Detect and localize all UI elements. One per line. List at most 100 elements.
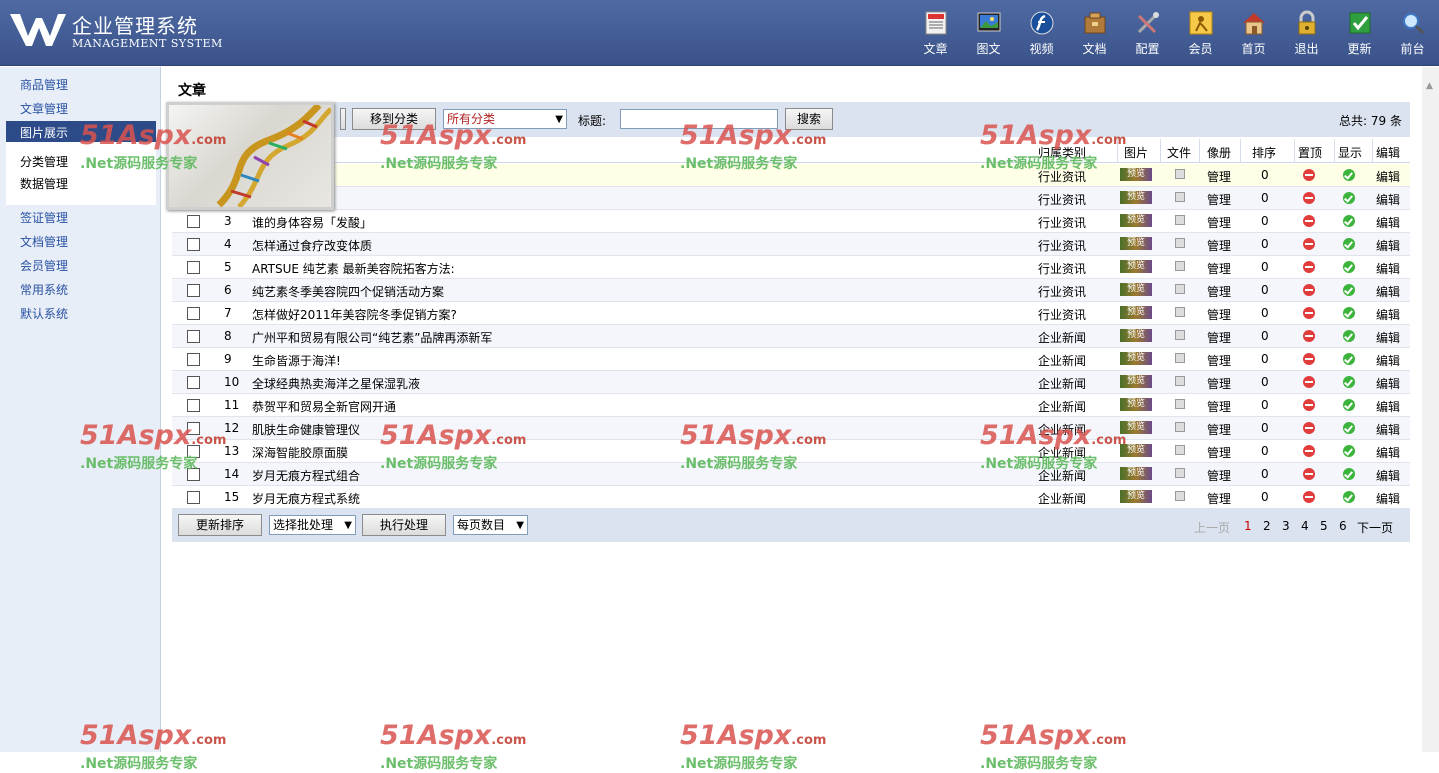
row-edit-link[interactable]: 编辑 — [1376, 306, 1400, 323]
row-checkbox[interactable] — [187, 307, 200, 320]
pin-off-icon[interactable] — [1303, 238, 1315, 250]
file-icon[interactable] — [1175, 468, 1185, 478]
row-checkbox[interactable] — [187, 422, 200, 435]
row-title-link[interactable]: 谁的身体容易「发酸」 — [252, 214, 372, 231]
page-link-2[interactable]: 2 — [1263, 519, 1271, 533]
row-title-link[interactable]: 岁月无痕方程式组合 — [252, 467, 360, 484]
row-title-link[interactable]: 肌肤生命健康管理仪 — [252, 421, 360, 438]
row-title-link[interactable]: 恭贺平和贸易全新官网开通 — [252, 398, 396, 415]
visible-check-icon[interactable] — [1343, 238, 1355, 250]
row-title-link[interactable]: 怎样做好2011年美容院冬季促销方案? — [252, 306, 457, 323]
sidebar-subitem-category[interactable]: 分类管理 — [20, 153, 68, 170]
pin-off-icon[interactable] — [1303, 307, 1315, 319]
row-edit-link[interactable]: 编辑 — [1376, 237, 1400, 254]
page-link-4[interactable]: 4 — [1301, 519, 1309, 533]
row-title-link[interactable]: ARTSUE 纯艺素 最新美容院拓客方法: — [252, 260, 455, 277]
row-checkbox[interactable] — [187, 284, 200, 297]
sidebar-item-default[interactable]: 默认系统 — [20, 305, 68, 322]
page-link-3[interactable]: 3 — [1282, 519, 1290, 533]
file-icon[interactable] — [1175, 238, 1185, 248]
file-icon[interactable] — [1175, 284, 1185, 294]
sidebar-item-visa[interactable]: 签证管理 — [20, 209, 68, 226]
image-preview-icon[interactable]: 预览 — [1120, 191, 1152, 204]
image-preview-icon[interactable]: 预览 — [1120, 260, 1152, 273]
sidebar-subitem-data[interactable]: 数据管理 — [20, 175, 68, 192]
category-select[interactable]: 所有分类 ▼ — [443, 109, 567, 129]
sidebar-item-members[interactable]: 会员管理 — [20, 257, 68, 274]
pin-off-icon[interactable] — [1303, 215, 1315, 227]
row-title-link[interactable]: 纯艺素冬季美容院四个促销活动方案 — [252, 283, 444, 300]
image-preview-icon[interactable]: 预览 — [1120, 214, 1152, 227]
visible-check-icon[interactable] — [1343, 422, 1355, 434]
visible-check-icon[interactable] — [1343, 376, 1355, 388]
nav-article[interactable]: 文章 — [909, 8, 962, 60]
image-preview-icon[interactable]: 预览 — [1120, 375, 1152, 388]
page-link-6[interactable]: 6 — [1339, 519, 1347, 533]
sidebar-item-common[interactable]: 常用系统 — [20, 281, 68, 298]
page-link-5[interactable]: 5 — [1320, 519, 1328, 533]
row-edit-link[interactable]: 编辑 — [1376, 191, 1400, 208]
execute-button[interactable]: 执行处理 — [362, 514, 446, 536]
row-checkbox[interactable] — [187, 445, 200, 458]
hidden-button[interactable] — [340, 108, 346, 130]
image-preview-icon[interactable]: 预览 — [1120, 398, 1152, 411]
row-edit-link[interactable]: 编辑 — [1376, 490, 1400, 507]
album-manage-link[interactable]: 管理 — [1207, 444, 1231, 461]
update-order-button[interactable]: 更新排序 — [178, 514, 262, 536]
scrollbar[interactable]: ▲ — [1422, 67, 1439, 752]
sidebar-item-products[interactable]: 商品管理 — [20, 76, 68, 93]
album-manage-link[interactable]: 管理 — [1207, 260, 1231, 277]
nav-image-text[interactable]: 图文 — [962, 8, 1015, 60]
pin-off-icon[interactable] — [1303, 284, 1315, 296]
visible-check-icon[interactable] — [1343, 169, 1355, 181]
image-preview-icon[interactable]: 预览 — [1120, 168, 1152, 181]
album-manage-link[interactable]: 管理 — [1207, 490, 1231, 507]
visible-check-icon[interactable] — [1343, 215, 1355, 227]
pin-off-icon[interactable] — [1303, 376, 1315, 388]
sidebar-item-images[interactable]: 图片展示 — [6, 121, 156, 142]
row-checkbox[interactable] — [187, 468, 200, 481]
visible-check-icon[interactable] — [1343, 284, 1355, 296]
image-preview-icon[interactable]: 预览 — [1120, 352, 1152, 365]
row-title-link[interactable]: 岁月无痕方程式系统 — [252, 490, 360, 507]
file-icon[interactable] — [1175, 353, 1185, 363]
file-icon[interactable] — [1175, 169, 1185, 179]
file-icon[interactable] — [1175, 330, 1185, 340]
row-edit-link[interactable]: 编辑 — [1376, 467, 1400, 484]
file-icon[interactable] — [1175, 399, 1185, 409]
sidebar-item-articles[interactable]: 文章管理 — [20, 100, 68, 117]
image-preview-icon[interactable]: 预览 — [1120, 421, 1152, 434]
pin-off-icon[interactable] — [1303, 330, 1315, 342]
album-manage-link[interactable]: 管理 — [1207, 168, 1231, 185]
image-preview-icon[interactable]: 预览 — [1120, 283, 1152, 296]
nav-config[interactable]: 配置 — [1121, 8, 1174, 60]
row-edit-link[interactable]: 编辑 — [1376, 444, 1400, 461]
pin-off-icon[interactable] — [1303, 445, 1315, 457]
pin-off-icon[interactable] — [1303, 491, 1315, 503]
row-title-link[interactable]: 深海智能胶原面膜 — [252, 444, 348, 461]
row-title-link[interactable]: 怎样通过食疗改变体质 — [252, 237, 372, 254]
visible-check-icon[interactable] — [1343, 192, 1355, 204]
move-category-button[interactable]: 移到分类 — [352, 108, 436, 130]
row-checkbox[interactable] — [187, 399, 200, 412]
file-icon[interactable] — [1175, 307, 1185, 317]
row-edit-link[interactable]: 编辑 — [1376, 329, 1400, 346]
album-manage-link[interactable]: 管理 — [1207, 398, 1231, 415]
row-checkbox[interactable] — [187, 353, 200, 366]
album-manage-link[interactable]: 管理 — [1207, 283, 1231, 300]
pin-off-icon[interactable] — [1303, 261, 1315, 273]
scroll-up-icon[interactable]: ▲ — [1426, 81, 1433, 91]
file-icon[interactable] — [1175, 376, 1185, 386]
file-icon[interactable] — [1175, 422, 1185, 432]
visible-check-icon[interactable] — [1343, 445, 1355, 457]
nav-video[interactable]: 视频 — [1015, 8, 1068, 60]
image-preview-icon[interactable]: 预览 — [1120, 490, 1152, 503]
album-manage-link[interactable]: 管理 — [1207, 191, 1231, 208]
row-checkbox[interactable] — [187, 215, 200, 228]
visible-check-icon[interactable] — [1343, 491, 1355, 503]
visible-check-icon[interactable] — [1343, 330, 1355, 342]
image-preview-icon[interactable]: 预览 — [1120, 329, 1152, 342]
visible-check-icon[interactable] — [1343, 353, 1355, 365]
page-size-select[interactable]: 每页数目 ▼ — [453, 515, 528, 535]
file-icon[interactable] — [1175, 445, 1185, 455]
